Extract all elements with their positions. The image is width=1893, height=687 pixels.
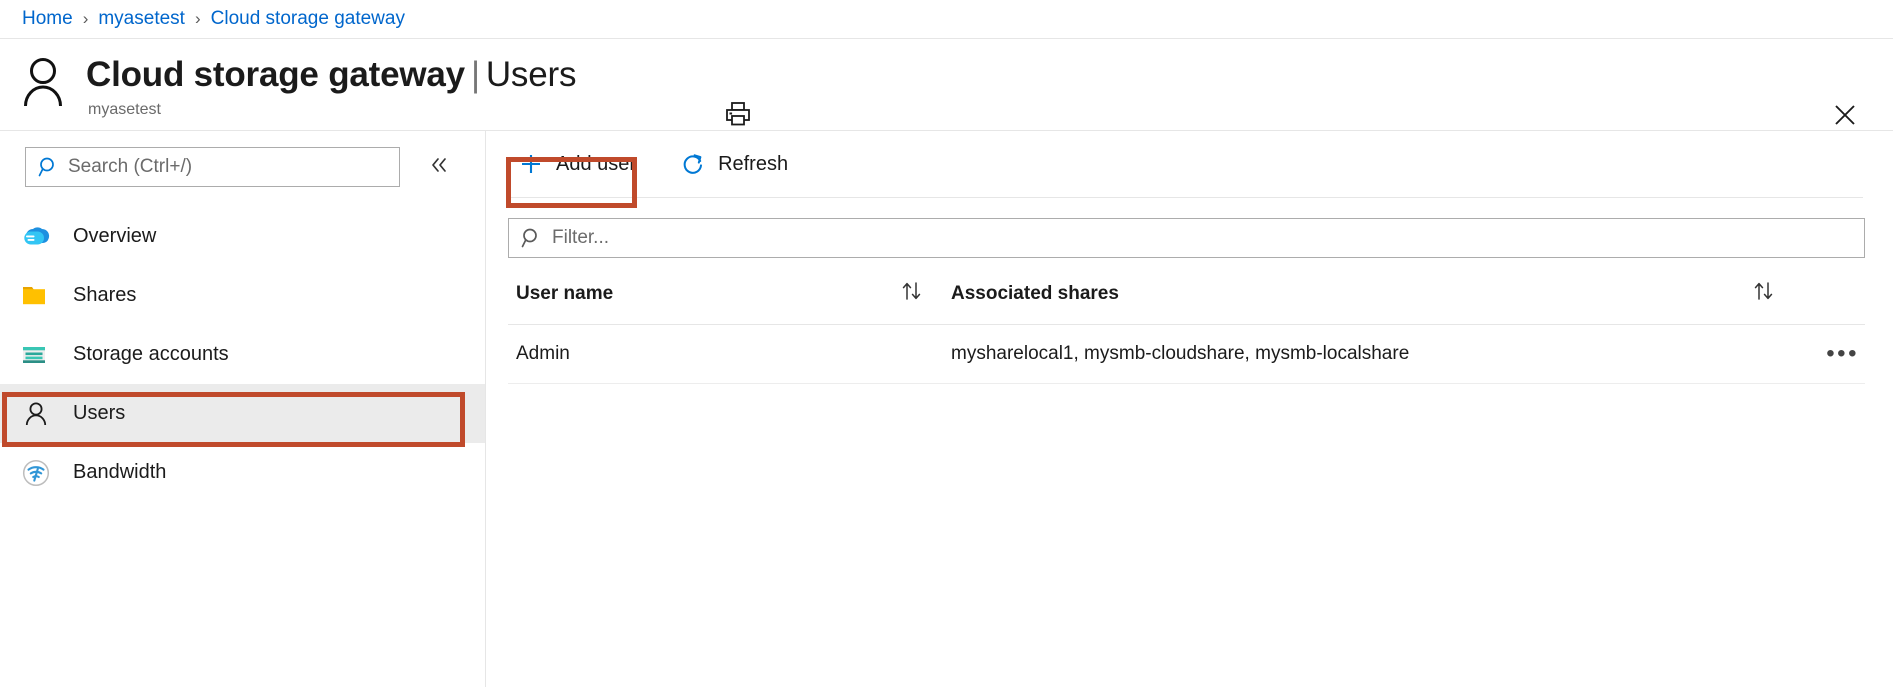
sidebar: Search (Ctrl+/) Overview Shares Storage … bbox=[0, 131, 486, 687]
column-header-label: User name bbox=[516, 283, 614, 304]
filter-placeholder: Filter... bbox=[552, 227, 610, 248]
cell-actions: ••• bbox=[1795, 324, 1865, 384]
sidebar-item-bandwidth[interactable]: Bandwidth bbox=[0, 443, 485, 502]
sidebar-item-label: Shares bbox=[73, 284, 137, 306]
sidebar-item-label: Overview bbox=[73, 225, 157, 247]
add-user-button[interactable]: Add user bbox=[508, 142, 648, 186]
main-content: Add user Refresh Filter... User name Ass… bbox=[486, 131, 1893, 687]
search-icon bbox=[521, 227, 543, 249]
refresh-button[interactable]: Refresh bbox=[670, 142, 800, 186]
sort-arrows-icon[interactable] bbox=[899, 280, 925, 308]
breadcrumb-separator: › bbox=[82, 9, 89, 28]
page-title-main: Cloud storage gateway bbox=[86, 55, 465, 94]
filter-input[interactable]: Filter... bbox=[508, 218, 1865, 258]
refresh-icon bbox=[678, 149, 708, 179]
sidebar-nav: Overview Shares Storage accounts Users B… bbox=[0, 207, 485, 502]
page-subtitle: myasetest bbox=[88, 101, 161, 118]
breadcrumb-separator: › bbox=[194, 9, 201, 28]
sort-arrows-icon[interactable] bbox=[1751, 280, 1777, 308]
chevron-double-left-icon bbox=[429, 155, 449, 180]
column-header-label: Associated shares bbox=[951, 283, 1119, 304]
table-header-row: User name Associated shares bbox=[508, 258, 1865, 325]
sidebar-item-overview[interactable]: Overview bbox=[0, 207, 485, 266]
sidebar-item-label: Storage accounts bbox=[73, 343, 229, 365]
plus-icon bbox=[516, 149, 546, 179]
search-icon bbox=[38, 156, 60, 178]
sidebar-item-storage-accounts[interactable]: Storage accounts bbox=[0, 325, 485, 384]
breadcrumb-item-cloud-storage-gateway[interactable]: Cloud storage gateway bbox=[211, 8, 405, 30]
close-icon bbox=[1833, 103, 1857, 132]
table-row[interactable]: Admin mysharelocal1, mysmb-cloudshare, m… bbox=[508, 324, 1865, 384]
sidebar-item-label: Bandwidth bbox=[73, 461, 167, 483]
storage-account-icon bbox=[19, 338, 53, 372]
folder-icon bbox=[19, 279, 53, 313]
user-outline-icon bbox=[20, 57, 66, 107]
cell-user-name: Admin bbox=[508, 324, 943, 384]
print-icon bbox=[724, 101, 752, 132]
column-header-actions bbox=[1795, 258, 1865, 325]
search-placeholder: Search (Ctrl+/) bbox=[68, 156, 193, 177]
search-input[interactable]: Search (Ctrl+/) bbox=[25, 147, 400, 187]
column-header-associated-shares[interactable]: Associated shares bbox=[943, 258, 1795, 325]
page-title-separator: | bbox=[470, 55, 480, 94]
refresh-label: Refresh bbox=[718, 152, 789, 175]
page-title: Cloud storage gateway | Users bbox=[86, 55, 576, 95]
user-icon bbox=[19, 397, 53, 431]
toolbar-divider bbox=[508, 197, 1863, 198]
page-title-section: Users bbox=[485, 55, 577, 94]
sidebar-item-users[interactable]: Users bbox=[0, 384, 485, 443]
breadcrumb: Home › myasetest › Cloud storage gateway bbox=[0, 0, 1893, 38]
cell-associated-shares: mysharelocal1, mysmb-cloudshare, mysmb-l… bbox=[943, 324, 1795, 384]
breadcrumb-item-myasetest[interactable]: myasetest bbox=[98, 8, 185, 30]
add-user-label: Add user bbox=[556, 152, 637, 175]
sidebar-collapse-button[interactable] bbox=[422, 150, 456, 184]
sidebar-item-shares[interactable]: Shares bbox=[0, 266, 485, 325]
row-menu-button[interactable]: ••• bbox=[1803, 342, 1865, 366]
bandwidth-wifi-icon bbox=[19, 456, 53, 490]
users-table: User name Associated shares Admin myshar… bbox=[508, 258, 1865, 384]
cloud-icon bbox=[19, 220, 53, 254]
page-header: Cloud storage gateway | Users myasetest bbox=[0, 39, 1893, 130]
sidebar-item-label: Users bbox=[73, 402, 126, 424]
command-toolbar: Add user Refresh bbox=[486, 131, 1893, 198]
column-header-user-name[interactable]: User name bbox=[508, 258, 943, 325]
breadcrumb-item-home[interactable]: Home bbox=[22, 8, 73, 30]
